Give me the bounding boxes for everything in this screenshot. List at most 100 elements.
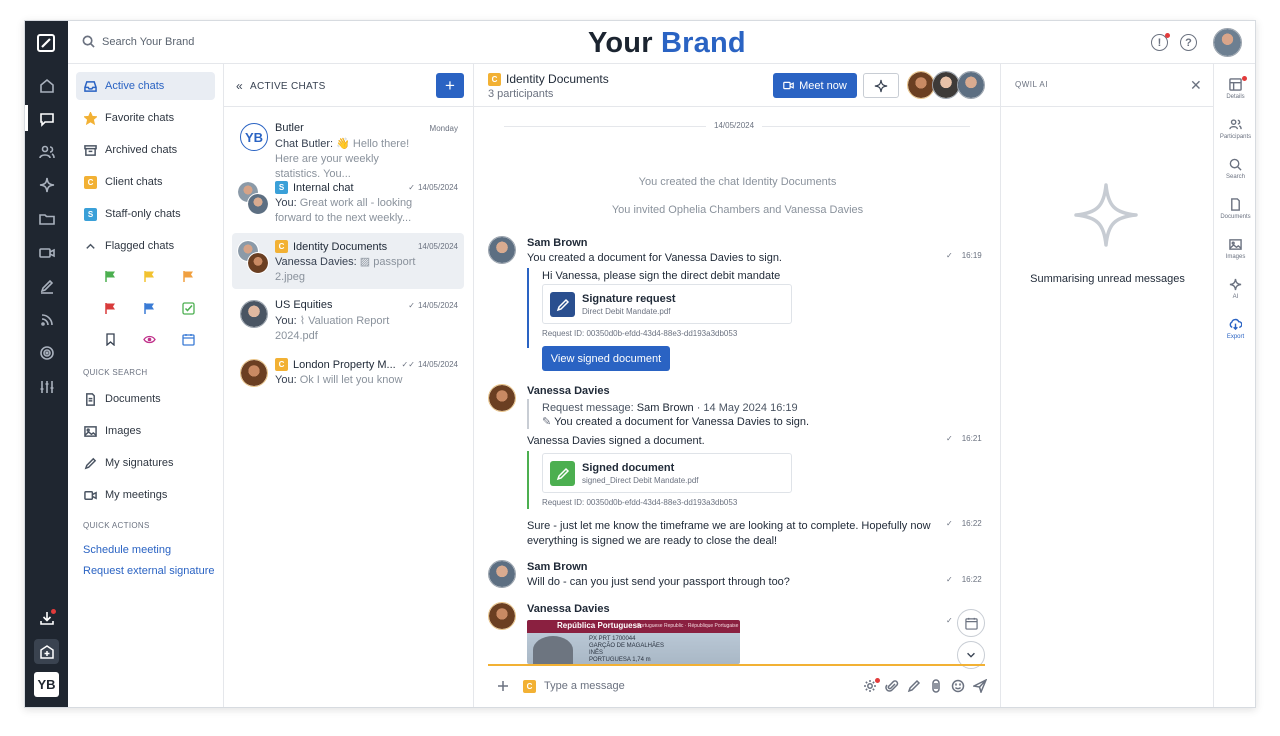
red-flag-icon[interactable] — [104, 302, 117, 315]
images-tab[interactable]: Images — [1214, 238, 1255, 260]
emoji-icon[interactable] — [951, 679, 965, 693]
document-title: Signature request — [582, 293, 676, 305]
participant-avatar[interactable] — [932, 71, 960, 99]
staff-tag-icon: S — [84, 207, 97, 221]
ai-sparkle-button[interactable] — [863, 73, 899, 98]
chat-item-internal[interactable]: S Internal chat ✓ 14/05/2024 You: Great wo… — [232, 174, 464, 230]
green-flag-icon[interactable] — [104, 270, 117, 283]
video-icon[interactable] — [36, 242, 57, 263]
request-message: Request message: Sam Brown · 14 May 2024… — [542, 401, 798, 416]
workspace-add-button[interactable] — [34, 639, 59, 664]
participant-avatar[interactable] — [957, 71, 985, 99]
conversation-panel: C Identity Documents 3 participants Meet… — [474, 64, 1001, 707]
schedule-meeting-link[interactable]: Schedule meeting — [83, 544, 171, 556]
chat-item-butler[interactable]: YB Butler Monday Chat Butler: 👋 Hello th… — [232, 115, 464, 180]
view-signed-document-button[interactable]: View signed document — [542, 346, 670, 371]
calendar-icon[interactable] — [182, 333, 195, 346]
chat-date-text: 14/05/2024 — [417, 301, 458, 310]
chat-list-title-text: ACTIVE CHATS — [249, 80, 326, 92]
participants-count[interactable]: 3 participants — [488, 88, 553, 100]
delivered-check-icon: ✓ — [946, 251, 953, 260]
quick-search-signatures[interactable]: My signatures — [76, 449, 215, 477]
quoted-text: You created a document for Vanessa Davie… — [554, 416, 810, 428]
search-tab[interactable]: Search — [1214, 158, 1255, 180]
passport-line: PX PRT 1700044 — [589, 636, 636, 642]
quick-search-images[interactable]: Images — [76, 417, 215, 445]
bookmark-icon[interactable] — [104, 333, 117, 346]
participant-avatar[interactable] — [907, 71, 935, 99]
ai-tab[interactable]: AI — [1214, 278, 1255, 300]
blue-flag-icon[interactable] — [143, 302, 156, 315]
quick-actions-heading: QUICK ACTIONS — [83, 521, 150, 530]
nav-label: Archived chats — [105, 144, 178, 156]
contacts-icon[interactable] — [36, 141, 57, 162]
nav-item-active-chats[interactable]: Active chats — [76, 72, 215, 100]
add-attachment-icon[interactable] — [496, 679, 510, 693]
chat-item-identity-documents[interactable]: C Identity Documents 14/05/2024 Vanessa D… — [232, 233, 464, 289]
message-input[interactable]: Type a message — [544, 680, 625, 692]
chats-icon[interactable] — [36, 108, 57, 129]
message-time: ✓ 16:22 — [946, 575, 982, 584]
document-icon — [1231, 198, 1240, 211]
details-tab[interactable]: Details — [1214, 78, 1255, 100]
nav-item-flagged-chats[interactable]: Flagged chats — [76, 232, 215, 260]
folder-icon[interactable] — [36, 208, 57, 229]
participant-avatar — [240, 359, 268, 387]
quick-search-documents[interactable]: Documents — [76, 385, 215, 413]
request-id: Request ID: 00350d0b-efdd-43d4-88e3-dd19… — [542, 329, 738, 338]
export-tab[interactable]: Export — [1214, 318, 1255, 340]
chat-name: C Identity Documents — [275, 240, 387, 253]
global-search[interactable]: Search Your Brand — [82, 35, 194, 48]
eye-icon[interactable] — [143, 333, 156, 346]
sender-avatar — [488, 236, 516, 264]
send-icon[interactable] — [971, 678, 988, 695]
voice-icon[interactable] — [929, 679, 943, 693]
schedule-float-button[interactable] — [957, 609, 985, 637]
workspace-avatar[interactable]: YB — [34, 672, 59, 697]
star-icon — [84, 111, 97, 125]
sender-avatar — [488, 384, 516, 412]
documents-tab[interactable]: Documents — [1214, 198, 1255, 220]
settings-sliders-icon[interactable] — [36, 376, 57, 397]
nav-item-client-chats[interactable]: C Client chats — [76, 168, 215, 196]
home-icon[interactable] — [36, 75, 57, 96]
search-icon — [82, 35, 95, 48]
rail-label: Participants — [1219, 134, 1252, 140]
quick-search-meetings[interactable]: My meetings — [76, 481, 215, 509]
signature-request-card[interactable]: Signature request Direct Debit Mandate.p… — [542, 284, 792, 324]
feed-icon[interactable] — [36, 309, 57, 330]
signature-icon[interactable] — [36, 275, 57, 296]
app-logo-icon[interactable] — [36, 33, 56, 53]
nav-item-archived-chats[interactable]: Archived chats — [76, 136, 215, 164]
request-signature-link[interactable]: Request external signature — [83, 565, 214, 577]
message-time: ✓ — [946, 616, 953, 625]
target-icon[interactable] — [36, 342, 57, 363]
signed-document-card[interactable]: Signed document signed_Direct Debit Mand… — [542, 453, 792, 493]
nav-label: My meetings — [105, 489, 168, 501]
passport-image[interactable]: República Portuguesa Portuguese Republic… — [527, 620, 740, 664]
help-icon[interactable]: ? — [1180, 34, 1197, 51]
document-accent-bar — [527, 268, 529, 348]
user-avatar[interactable] — [1213, 28, 1242, 57]
participants-icon — [1229, 119, 1242, 130]
nav-item-favorite-chats[interactable]: Favorite chats — [76, 104, 215, 132]
chat-date-text: 14/05/2024 — [417, 360, 458, 369]
checkbox-icon[interactable] — [182, 302, 195, 315]
search-placeholder: Search Your Brand — [102, 35, 195, 48]
close-icon[interactable]: ✕ — [1190, 77, 1202, 94]
new-chat-button[interactable]: + — [436, 73, 464, 98]
delivered-check-icon: ✓ — [946, 519, 953, 528]
ai-sparkle-icon[interactable] — [36, 174, 57, 195]
chat-item-london-property[interactable]: C London Property M... ✓✓ 14/05/2024 You: … — [232, 351, 464, 407]
paperclip-icon[interactable] — [885, 679, 899, 693]
nav-item-staff-only-chats[interactable]: S Staff-only chats — [76, 200, 215, 228]
signature-pen-icon[interactable] — [907, 679, 921, 693]
meet-now-button[interactable]: Meet now — [773, 73, 857, 98]
participants-tab[interactable]: Participants — [1214, 118, 1255, 140]
top-bar: Search Your Brand Your Brand ! ? — [68, 21, 1255, 64]
export-icon — [1229, 318, 1242, 331]
collapse-icon[interactable]: « — [236, 79, 243, 93]
chat-item-us-equities[interactable]: US Equities ✓ 14/05/2024 You: ⌇ Valuation… — [232, 292, 464, 348]
orange-flag-icon[interactable] — [182, 270, 195, 283]
yellow-flag-icon[interactable] — [143, 270, 156, 283]
